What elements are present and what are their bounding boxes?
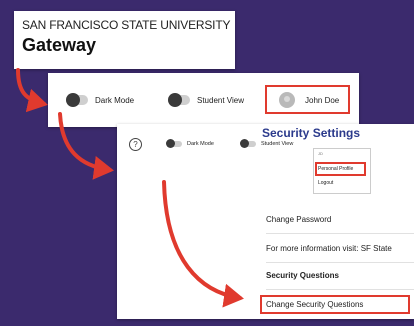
change-security-questions-highlight xyxy=(260,295,410,314)
dark-mode-toggle[interactable]: Dark Mode xyxy=(66,93,135,107)
change-password-link[interactable]: Change Password xyxy=(266,215,331,224)
logout-menu-item[interactable]: Logout xyxy=(318,180,333,186)
personal-profile-highlight xyxy=(315,162,366,176)
university-name: SAN FRANCISCO STATE UNIVERSITY xyxy=(22,18,231,32)
user-name-button[interactable]: John Doe xyxy=(305,96,339,105)
student-view-switch[interactable] xyxy=(168,93,190,107)
divider xyxy=(266,262,414,263)
app-title: Gateway xyxy=(22,35,97,55)
divider xyxy=(266,233,414,234)
more-info-text: For more information visit: SF State xyxy=(266,244,392,253)
student-view-label: Student View xyxy=(197,95,244,105)
top-toolbar: Dark Mode Student View John Doe xyxy=(48,73,359,127)
dark-mode-switch[interactable] xyxy=(66,93,88,107)
user-avatar-icon[interactable] xyxy=(279,92,295,108)
divider xyxy=(266,289,414,290)
arrow-1 xyxy=(16,68,48,113)
dark-mode-label-small: Dark Mode xyxy=(187,141,214,147)
dark-mode-label: Dark Mode xyxy=(95,95,135,105)
page-title: Security Settings xyxy=(262,126,361,140)
student-view-toggle-small[interactable]: Student View xyxy=(240,139,294,148)
security-questions-heading: Security Questions xyxy=(266,271,339,280)
menu-avatar: JD xyxy=(318,151,323,156)
security-settings-panel: Security Settings ? Dark Mode Student Vi… xyxy=(117,124,414,319)
university-header-panel: SAN FRANCISCO STATE UNIVERSITY Gateway xyxy=(14,11,235,69)
student-view-label-small: Student View xyxy=(261,141,294,147)
help-icon[interactable]: ? xyxy=(129,138,142,151)
student-view-toggle[interactable]: Student View xyxy=(168,93,244,107)
dark-mode-toggle-small[interactable]: Dark Mode xyxy=(166,139,214,148)
